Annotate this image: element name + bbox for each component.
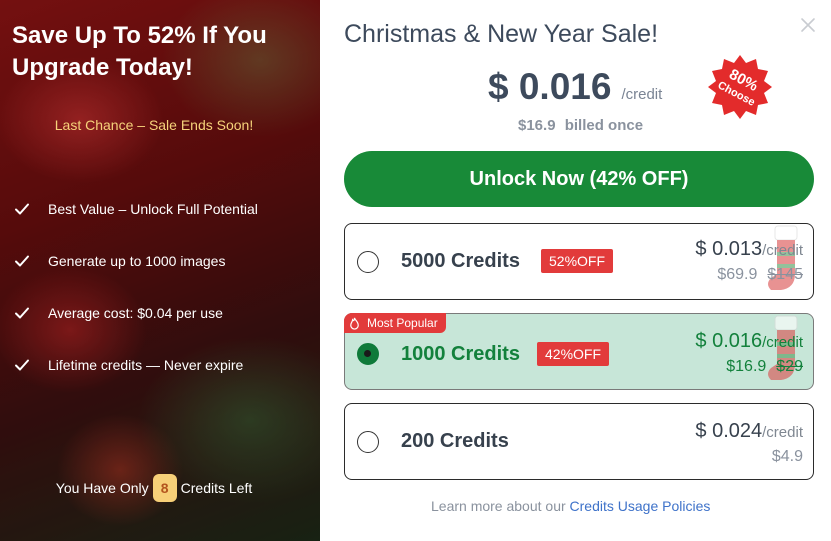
credits-left-prefix: You Have Only: [55, 480, 149, 496]
feature-item: Lifetime credits — Never expire: [14, 339, 258, 391]
sale-title: Christmas & New Year Sale!: [344, 20, 659, 48]
promo-subtitle: Last Chance – Sale Ends Soon!: [54, 117, 254, 133]
discount-badge: 52%OFF: [541, 249, 614, 273]
billed-once: $16.9 billed once: [518, 117, 643, 134]
credits-policy-link[interactable]: Credits Usage Policies: [570, 498, 711, 514]
fire-icon: [350, 317, 359, 330]
credits-left: You Have Only 8 Credits Left: [0, 474, 308, 502]
plan-price-unit: /credit: [762, 334, 803, 351]
credits-left-suffix: Credits Left: [180, 480, 253, 496]
promo-title: Save Up To 52% If You Upgrade Today!: [12, 22, 267, 81]
unlock-now-button[interactable]: Unlock Now (42% OFF): [344, 151, 814, 207]
plan-unit-price: $ 0.013/credit: [695, 238, 803, 261]
plan-radio[interactable]: [357, 251, 379, 273]
feature-text: Average cost: $0.04 per use: [48, 305, 223, 321]
billed-amount: $16.9: [518, 117, 556, 134]
plan-name: 200 Credits: [401, 430, 509, 452]
plan-billing: $4.9: [772, 448, 803, 466]
plan-unit-price: $ 0.024/credit: [695, 420, 803, 443]
feature-list: Best Value – Unlock Full Potential Gener…: [14, 183, 258, 391]
plan-price-unit: /credit: [762, 424, 803, 441]
plan-billed: $69.9: [717, 266, 758, 283]
learn-more-text: Learn more about our: [431, 498, 566, 514]
feature-item: Generate up to 1000 images: [14, 235, 258, 287]
learn-more: Learn more about our Credits Usage Polic…: [431, 498, 710, 514]
plan-name: 1000 Credits: [401, 343, 520, 365]
promo-panel: Save Up To 52% If You Upgrade Today! Las…: [0, 0, 320, 541]
feature-text: Generate up to 1000 images: [48, 253, 226, 269]
price-value: $ 0.016: [488, 66, 612, 107]
check-icon: [15, 359, 29, 371]
most-popular-text: Most Popular: [367, 316, 438, 330]
plan-price-value: $ 0.016: [695, 330, 763, 352]
plan-original-price: $145: [767, 266, 803, 283]
plan-billing: $16.9 $29: [726, 358, 803, 376]
plan-price-unit: /credit: [762, 242, 803, 259]
feature-item: Best Value – Unlock Full Potential: [14, 183, 258, 235]
headline-price: $ 0.016 /credit: [488, 66, 662, 108]
plan-billed: $16.9: [726, 358, 767, 375]
check-icon: [15, 307, 29, 319]
seal-badge: 80% Choose: [708, 55, 772, 119]
stocking-icon: [768, 225, 798, 290]
plan-option-200[interactable]: 200 Credits $ 0.024/credit $4.9: [344, 403, 814, 480]
check-icon: [15, 255, 29, 267]
plan-radio[interactable]: [357, 431, 379, 453]
discount-badge: 42%OFF: [537, 342, 610, 366]
check-icon: [15, 203, 29, 215]
plan-option-5000[interactable]: 5000 Credits 52%OFF $ 0.013/credit $69.9…: [344, 223, 814, 300]
plan-unit-price: $ 0.016/credit: [695, 330, 803, 353]
billed-text: billed once: [564, 117, 644, 134]
plan-radio[interactable]: [357, 343, 379, 365]
plan-billed: $4.9: [771, 448, 803, 465]
feature-text: Best Value – Unlock Full Potential: [48, 201, 258, 217]
most-popular-badge: Most Popular: [344, 313, 446, 333]
close-icon[interactable]: [799, 16, 817, 34]
price-unit: /credit: [621, 86, 663, 103]
credits-count-badge: 8: [152, 474, 177, 502]
plan-price-value: $ 0.013: [695, 238, 763, 260]
feature-item: Average cost: $0.04 per use: [14, 287, 258, 339]
feature-text: Lifetime credits — Never expire: [48, 357, 244, 373]
plan-billing: $69.9 $145: [717, 266, 803, 284]
plan-price-value: $ 0.024: [695, 420, 763, 442]
plan-name: 5000 Credits: [401, 250, 520, 272]
plan-original-price: $29: [776, 358, 803, 375]
